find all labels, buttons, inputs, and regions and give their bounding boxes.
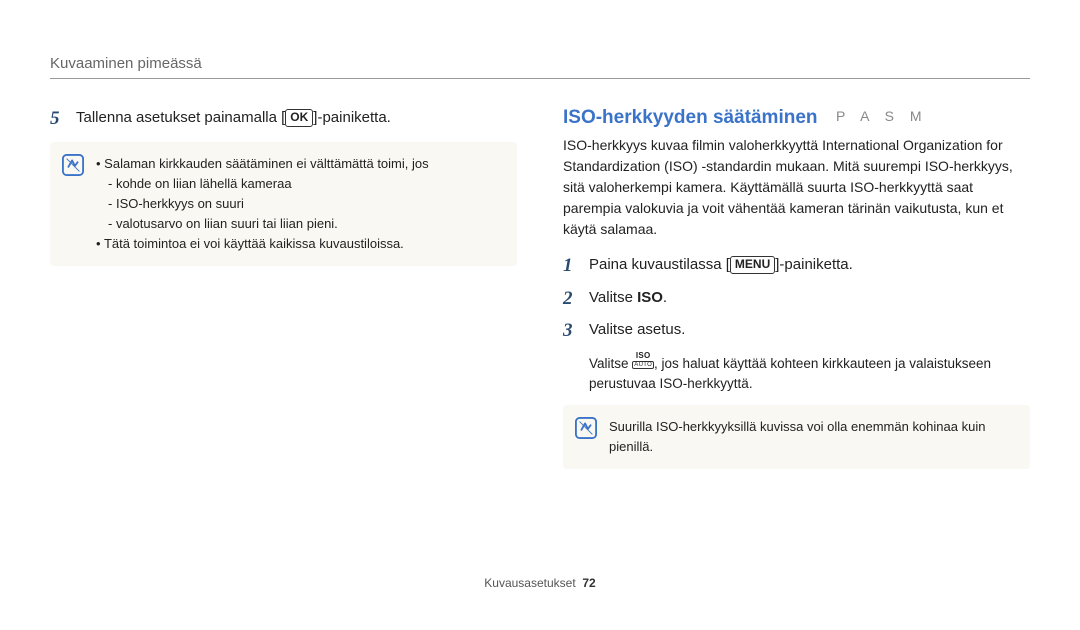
- note-bullet: Tätä toimintoa ei voi käyttää kaikissa k…: [96, 234, 429, 254]
- note-sub-bullet: ISO-herkkyys on suuri: [108, 194, 429, 214]
- section-heading-row: ISO-herkkyyden säätäminen P A S M: [563, 107, 1030, 129]
- step-text-bold: ISO: [637, 289, 663, 306]
- two-column-layout: 5 Tallenna asetukset painamalla [OK]-pai…: [50, 107, 1030, 566]
- note-sub-bullet: kohde on liian lähellä kameraa: [108, 174, 429, 194]
- left-column: 5 Tallenna asetukset painamalla [OK]-pai…: [50, 107, 517, 566]
- section-heading: ISO-herkkyyden säätäminen: [563, 107, 818, 128]
- step-2: 2 Valitse ISO.: [563, 287, 1030, 312]
- note-icon: [62, 154, 84, 176]
- step-number: 3: [563, 319, 589, 344]
- step-text-pre: Paina kuvaustilassa [: [589, 256, 730, 273]
- menu-key-icon: MENU: [730, 256, 775, 274]
- step-5: 5 Tallenna asetukset painamalla [OK]-pai…: [50, 107, 517, 132]
- step-3: 3 Valitse asetus.: [563, 319, 1030, 344]
- header-rule: [50, 78, 1030, 79]
- step-text-post: .: [663, 289, 667, 306]
- step-subtext: Valitse ISOAUTO, jos haluat käyttää koht…: [589, 352, 1030, 395]
- note-line: Salaman kirkkauden säätäminen ei välttäm…: [104, 156, 428, 171]
- note-icon: [575, 417, 597, 439]
- step-number: 5: [50, 107, 76, 132]
- step-text-post: ]-painiketta.: [313, 109, 391, 126]
- step-text: Tallenna asetukset painamalla [OK]-paini…: [76, 107, 391, 129]
- step-1: 1 Paina kuvaustilassa [MENU]-painiketta.: [563, 254, 1030, 279]
- iso-auto-icon: ISOAUTO: [632, 352, 654, 369]
- ok-key-icon: OK: [285, 109, 313, 127]
- note-text: Suurilla ISO-herkkyyksillä kuvissa voi o…: [609, 417, 1016, 457]
- step-text-pre: Valitse: [589, 289, 637, 306]
- note-box-right: Suurilla ISO-herkkyyksillä kuvissa voi o…: [563, 405, 1030, 469]
- step-text-post: ]-painiketta.: [775, 256, 853, 273]
- subtext-pre: Valitse: [589, 356, 632, 371]
- page-header-title: Kuvaaminen pimeässä: [50, 55, 1030, 72]
- mode-indicator: P A S M: [836, 108, 928, 124]
- step-text: Valitse ISO.: [589, 287, 667, 309]
- intro-paragraph: ISO-herkkyys kuvaa filmin valoherkkyyttä…: [563, 135, 1030, 240]
- step-number: 1: [563, 254, 589, 279]
- note-text: Salaman kirkkauden säätäminen ei välttäm…: [96, 154, 429, 255]
- note-sub-bullet: valotusarvo on liian suuri tai liian pie…: [108, 214, 429, 234]
- step-text: Paina kuvaustilassa [MENU]-painiketta.: [589, 254, 853, 276]
- footer-page-number: 72: [582, 576, 595, 590]
- footer-section: Kuvausasetukset: [484, 576, 575, 590]
- page-footer: Kuvausasetukset 72: [50, 566, 1030, 590]
- note-box-left: Salaman kirkkauden säätäminen ei välttäm…: [50, 142, 517, 267]
- step-text: Valitse asetus.: [589, 319, 685, 341]
- step-text-pre: Tallenna asetukset painamalla [: [76, 109, 285, 126]
- step-number: 2: [563, 287, 589, 312]
- note-bullet: Salaman kirkkauden säätäminen ei välttäm…: [96, 154, 429, 235]
- right-column: ISO-herkkyyden säätäminen P A S M ISO-he…: [563, 107, 1030, 566]
- manual-page: Kuvaaminen pimeässä 5 Tallenna asetukset…: [0, 0, 1080, 630]
